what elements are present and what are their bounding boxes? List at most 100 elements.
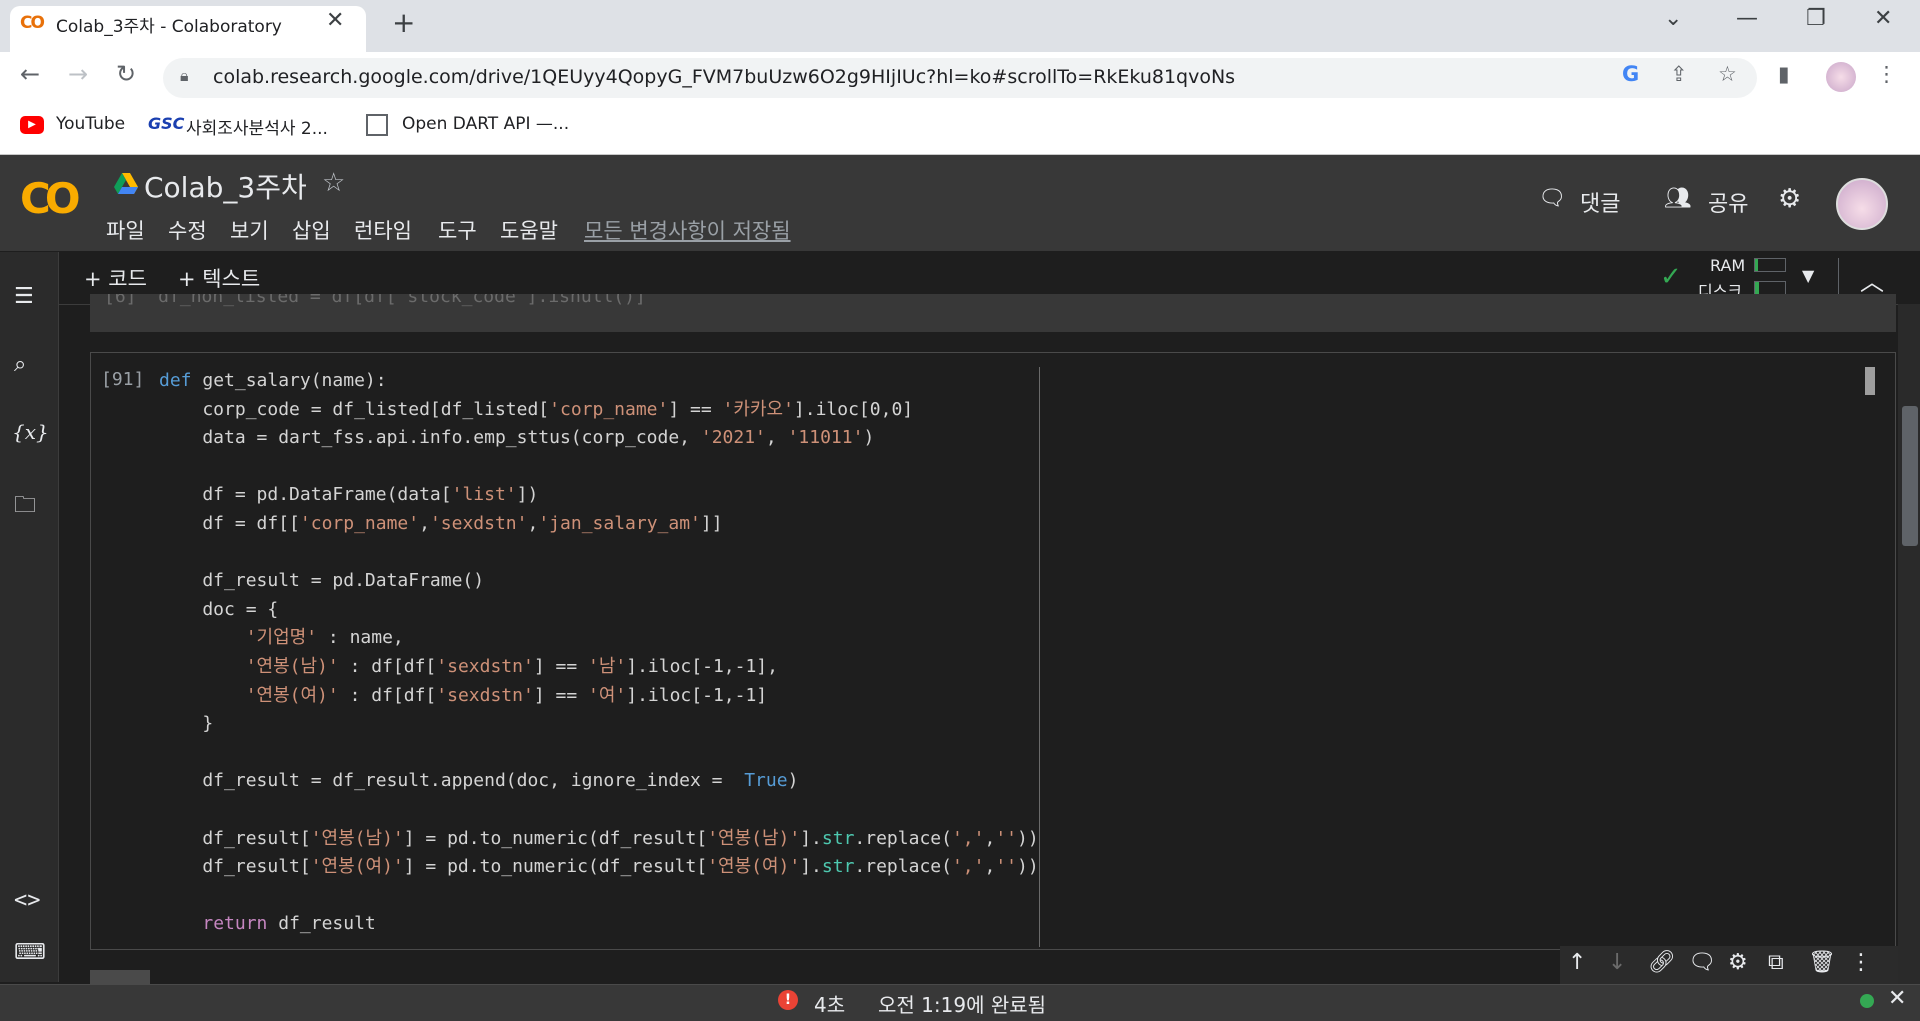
code-line: }: [159, 713, 214, 735]
menu-insert[interactable]: 삽입: [292, 215, 331, 245]
left-sidebar: [0, 252, 59, 982]
editor-scrollbar[interactable]: [1865, 367, 1875, 395]
previous-cell-code: [6] df_non_listed = df[df['stock_code'].…: [104, 294, 646, 307]
disk-usage-bar[interactable]: [1754, 281, 1786, 295]
lock-icon[interactable]: 🔒︎: [180, 66, 189, 86]
code-line: doc = {: [159, 598, 279, 620]
bookmark-sahoe[interactable]: 사회조사분석사 2...: [186, 114, 328, 139]
command-palette-icon[interactable]: ⌨: [14, 940, 46, 965]
collapse-header-icon[interactable]: ︿: [1860, 262, 1884, 297]
more-options-icon[interactable]: ⋮: [1850, 950, 1872, 975]
files-folder-icon[interactable]: 🗀︎: [14, 488, 36, 526]
error-icon[interactable]: !: [778, 990, 798, 1010]
window-close-icon[interactable]: ✕: [1874, 6, 1892, 31]
forward-icon[interactable]: →: [68, 60, 88, 88]
code-line: df_result['연봉(남)'] = pd.to_numeric(df_re…: [159, 827, 1039, 849]
chrome-menu-icon[interactable]: ⋮: [1876, 62, 1897, 86]
previous-code-cell[interactable]: [6] df_non_listed = df[df['stock_code'].…: [90, 294, 1896, 332]
code-line: df_result = pd.DataFrame(): [159, 570, 485, 592]
next-cell-edge[interactable]: [90, 970, 150, 984]
google-drive-icon[interactable]: [114, 173, 138, 195]
execution-count[interactable]: [91]: [101, 369, 144, 390]
cell-settings-icon[interactable]: ⚙: [1728, 950, 1748, 975]
ram-usage-bar[interactable]: [1754, 258, 1786, 272]
status-close-icon[interactable]: ✕: [1888, 986, 1906, 1011]
side-panel-icon[interactable]: ▮: [1778, 62, 1790, 86]
notebook-title[interactable]: Colab_3주차: [144, 166, 307, 206]
mirror-cell-icon[interactable]: ⧉: [1768, 950, 1784, 975]
bookmark-opendart[interactable]: Open DART API —...: [402, 114, 569, 134]
code-line: return df_result: [202, 913, 376, 935]
add-code-button[interactable]: + 코드: [84, 263, 147, 293]
code-line: df = df[['corp_name','sexdstn','jan_sala…: [159, 512, 723, 534]
tab-title: Colab_3주차 - Colaboratory: [56, 17, 282, 37]
profile-avatar[interactable]: [1826, 62, 1856, 92]
code-line: data = dart_fss.api.info.emp_sttus(corp_…: [159, 427, 875, 449]
code-editor[interactable]: [91] def get_salary(name): corp_code = d…: [90, 352, 1896, 950]
comment-icon[interactable]: 🗨︎: [1538, 186, 1566, 211]
link-icon[interactable]: 🔗︎: [1648, 950, 1676, 975]
colab-favicon-icon: CO: [20, 13, 45, 33]
execution-time: 4초: [814, 993, 846, 1017]
restore-icon[interactable]: ❐: [1806, 6, 1826, 31]
share-page-icon[interactable]: ⇪: [1670, 62, 1688, 86]
menu-help[interactable]: 도움말: [500, 215, 558, 245]
building-icon: [366, 114, 388, 136]
add-text-button[interactable]: + 텍스트: [178, 263, 260, 293]
code-cell[interactable]: [91] def get_salary(name): corp_code = d…: [90, 352, 1896, 950]
save-status-link[interactable]: 모든 변경사항이 저장됨: [584, 215, 791, 245]
table-of-contents-icon[interactable]: ☰: [14, 284, 34, 309]
ram-label: RAM: [1710, 256, 1746, 275]
reload-icon[interactable]: ↻: [116, 60, 136, 88]
code-line: df = pd.DataFrame(data['list']): [159, 484, 539, 506]
minimize-icon[interactable]: —: [1736, 6, 1758, 31]
variables-icon[interactable]: {x}: [12, 420, 49, 444]
code-line: '기업명' : name,: [245, 627, 404, 649]
url-text[interactable]: colab.research.google.com/drive/1QEUyy4Q…: [213, 66, 1235, 88]
google-translate-icon[interactable]: G: [1622, 62, 1639, 86]
line-length-ruler: [1039, 367, 1040, 947]
menu-view[interactable]: 보기: [230, 215, 269, 245]
gsc-icon: GSC: [148, 114, 185, 133]
bookmark-youtube[interactable]: YouTube: [56, 114, 125, 134]
tab-search-chevron-icon[interactable]: ⌄: [1664, 6, 1682, 31]
back-icon[interactable]: ←: [20, 60, 40, 88]
code-line: '연봉(남)' : df[df['sexdstn'] == '남'].iloc[…: [245, 655, 778, 677]
menu-tools[interactable]: 도구: [438, 215, 477, 245]
move-cell-down-icon[interactable]: ↓: [1608, 950, 1626, 975]
account-avatar[interactable]: [1836, 178, 1888, 230]
people-icon[interactable]: 👥︎: [1664, 186, 1692, 211]
code-line: corp_code = df_listed[df_listed['corp_na…: [159, 398, 914, 420]
youtube-icon: ▶: [20, 116, 44, 134]
code-line: def get_salary(name):: [159, 370, 387, 391]
code-line: '연봉(여)' : df[df['sexdstn'] == '여'].iloc[…: [245, 684, 768, 706]
comment-button[interactable]: 댓글: [1580, 186, 1620, 218]
settings-gear-icon[interactable]: ⚙: [1778, 184, 1801, 214]
bookmark-star-icon[interactable]: ☆: [1718, 62, 1737, 86]
menu-edit[interactable]: 수정: [168, 215, 207, 245]
comment-cell-icon[interactable]: 🗨︎: [1688, 950, 1716, 975]
connection-status-icon: [1860, 994, 1874, 1008]
tab-close-icon[interactable]: ✕: [326, 8, 344, 33]
delete-cell-icon[interactable]: 🗑︎: [1808, 950, 1836, 975]
resources-dropdown-icon[interactable]: ▼: [1802, 266, 1814, 285]
share-button[interactable]: 공유: [1708, 186, 1748, 218]
connected-check-icon[interactable]: ✓: [1660, 262, 1682, 292]
colab-logo[interactable]: CO: [20, 174, 80, 223]
page-scrollbar-thumb[interactable]: [1902, 406, 1918, 546]
code-text[interactable]: def get_salary(name): corp_code = df_lis…: [159, 367, 1039, 939]
search-icon[interactable]: ⌕: [14, 352, 26, 377]
code-line: df_result['연봉(여)'] = pd.to_numeric(df_re…: [159, 856, 1039, 878]
star-icon[interactable]: ☆: [322, 168, 345, 198]
menu-runtime[interactable]: 런타임: [354, 215, 412, 245]
menu-file[interactable]: 파일: [106, 215, 145, 245]
new-tab-icon[interactable]: +: [392, 6, 415, 39]
move-cell-up-icon[interactable]: ↑: [1568, 950, 1586, 975]
code-line: df_result = df_result.append(doc, ignore…: [159, 770, 799, 792]
code-snippets-icon[interactable]: <>: [14, 888, 41, 913]
